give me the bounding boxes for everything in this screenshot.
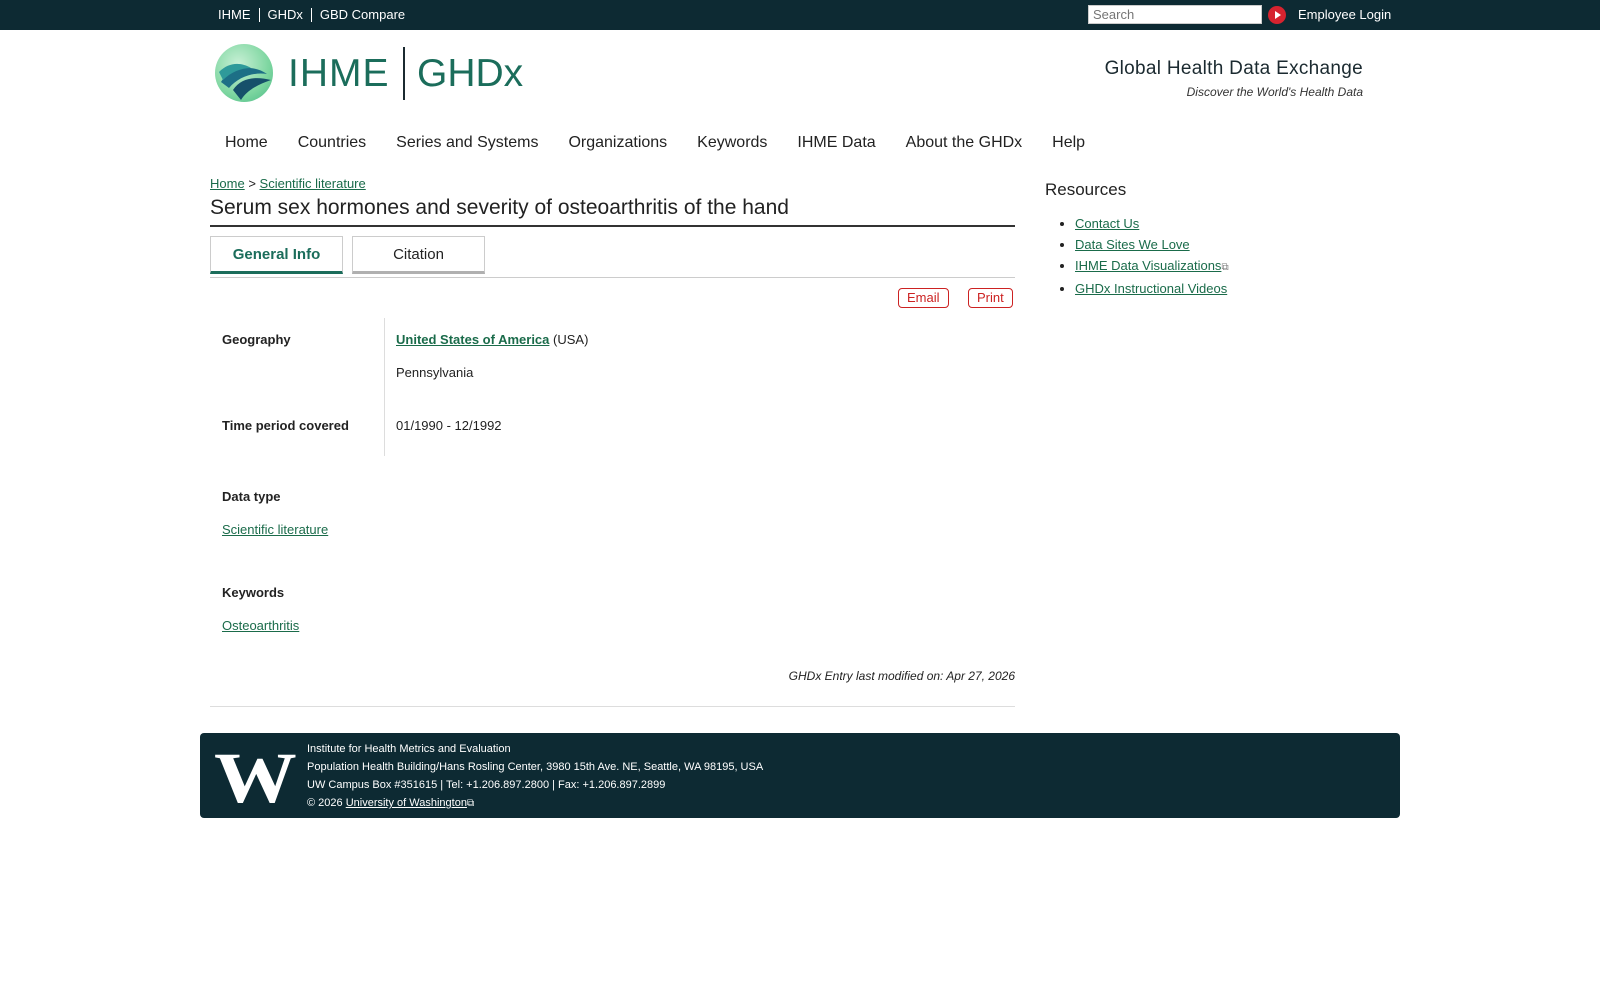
list-item: IHME Data Visualizations⧉ xyxy=(1075,255,1229,278)
top-nav: IHME GHDx GBD Compare xyxy=(212,0,413,30)
geography-value: United States of America (USA) xyxy=(396,332,588,347)
list-item: Data Sites We Love xyxy=(1075,234,1229,255)
instructional-videos-link[interactable]: GHDx Instructional Videos xyxy=(1075,281,1227,296)
page-title: Serum sex hormones and severity of osteo… xyxy=(210,195,1015,227)
breadcrumb-separator: > xyxy=(248,176,256,191)
tab-citation[interactable]: Citation xyxy=(352,236,485,274)
time-period-label: Time period covered xyxy=(222,418,349,433)
tab-bar: General Info Citation xyxy=(210,236,1015,278)
uw-link[interactable]: University of Washington xyxy=(346,797,467,809)
country-link[interactable]: United States of America xyxy=(396,332,549,347)
data-type-link[interactable]: Scientific literature xyxy=(222,522,328,537)
ihme-logo-icon[interactable] xyxy=(215,44,273,102)
resources-title: Resources xyxy=(1045,180,1127,199)
country-code: (USA) xyxy=(553,332,589,347)
data-sites-link[interactable]: Data Sites We Love xyxy=(1075,237,1190,252)
content-divider xyxy=(210,706,1015,707)
field-divider xyxy=(384,318,385,456)
keyword-link-osteoarthritis[interactable]: Osteoarthritis xyxy=(222,618,299,633)
footer: W Institute for Health Metrics and Evalu… xyxy=(200,733,1400,818)
footer-line-3: UW Campus Box #351615 | Tel: +1.206.897.… xyxy=(307,779,666,791)
list-item: GHDx Instructional Videos xyxy=(1075,278,1229,299)
nav-home[interactable]: Home xyxy=(210,131,283,155)
footer-line-1: Institute for Health Metrics and Evaluat… xyxy=(307,743,511,755)
logo-ghdx-text[interactable]: GHDx xyxy=(417,52,523,96)
resources-list: Contact Us Data Sites We Love IHME Data … xyxy=(1045,213,1229,299)
contact-us-link[interactable]: Contact Us xyxy=(1075,216,1139,231)
top-link-ghdx[interactable]: GHDx xyxy=(258,8,311,22)
footer-address: Institute for Health Metrics and Evaluat… xyxy=(307,740,763,813)
search-submit-icon[interactable] xyxy=(1268,6,1286,24)
logo-ihme-text[interactable]: IHME xyxy=(288,52,390,96)
nav-about-the-ghdx[interactable]: About the GHDx xyxy=(891,131,1038,155)
nav-ihme-data[interactable]: IHME Data xyxy=(782,131,890,155)
breadcrumb-scientific-literature[interactable]: Scientific literature xyxy=(260,176,366,191)
logo-divider xyxy=(403,47,405,100)
region-value: Pennsylvania xyxy=(396,365,474,380)
top-link-ihme[interactable]: IHME xyxy=(212,8,259,22)
breadcrumb-home[interactable]: Home xyxy=(210,176,245,191)
top-bar: IHME GHDx GBD Compare Employee Login xyxy=(0,0,1600,30)
external-link-icon: ⧉ xyxy=(1221,262,1229,273)
breadcrumb: Home > Scientific literature xyxy=(210,176,366,191)
top-link-gbd-compare[interactable]: GBD Compare xyxy=(310,8,413,22)
nav-help[interactable]: Help xyxy=(1037,131,1100,155)
last-modified: GHDx Entry last modified on: Apr 27, 202… xyxy=(788,669,1015,683)
uw-logo-icon[interactable]: W xyxy=(214,742,297,814)
tab-general-info[interactable]: General Info xyxy=(210,236,343,274)
external-link-icon: ⧉ xyxy=(466,798,475,809)
data-type-label: Data type xyxy=(222,489,281,504)
list-item: Contact Us xyxy=(1075,213,1229,234)
tagline-title: Global Health Data Exchange xyxy=(1104,58,1363,79)
keywords-label: Keywords xyxy=(222,585,285,600)
main-nav: Home Countries Series and Systems Organi… xyxy=(210,131,1100,155)
geography-label: Geography xyxy=(222,332,291,347)
tagline-subtitle: Discover the World's Health Data xyxy=(1186,85,1363,99)
nav-organizations[interactable]: Organizations xyxy=(553,131,682,155)
nav-keywords[interactable]: Keywords xyxy=(682,131,782,155)
footer-line-2: Population Health Building/Hans Rosling … xyxy=(307,761,764,773)
nav-series-and-systems[interactable]: Series and Systems xyxy=(381,131,553,155)
print-button[interactable]: Print xyxy=(968,288,1013,308)
nav-countries[interactable]: Countries xyxy=(283,131,381,155)
copyright: © 2026 xyxy=(307,797,343,809)
email-button[interactable]: Email xyxy=(898,288,949,308)
time-period-value: 01/1990 - 12/1992 xyxy=(396,418,502,433)
footer-line-4: © 2026 University of Washington⧉ xyxy=(307,794,763,813)
employee-login-link[interactable]: Employee Login xyxy=(1298,7,1391,22)
ihme-data-viz-link[interactable]: IHME Data Visualizations xyxy=(1075,258,1221,273)
search-input[interactable] xyxy=(1088,5,1262,24)
